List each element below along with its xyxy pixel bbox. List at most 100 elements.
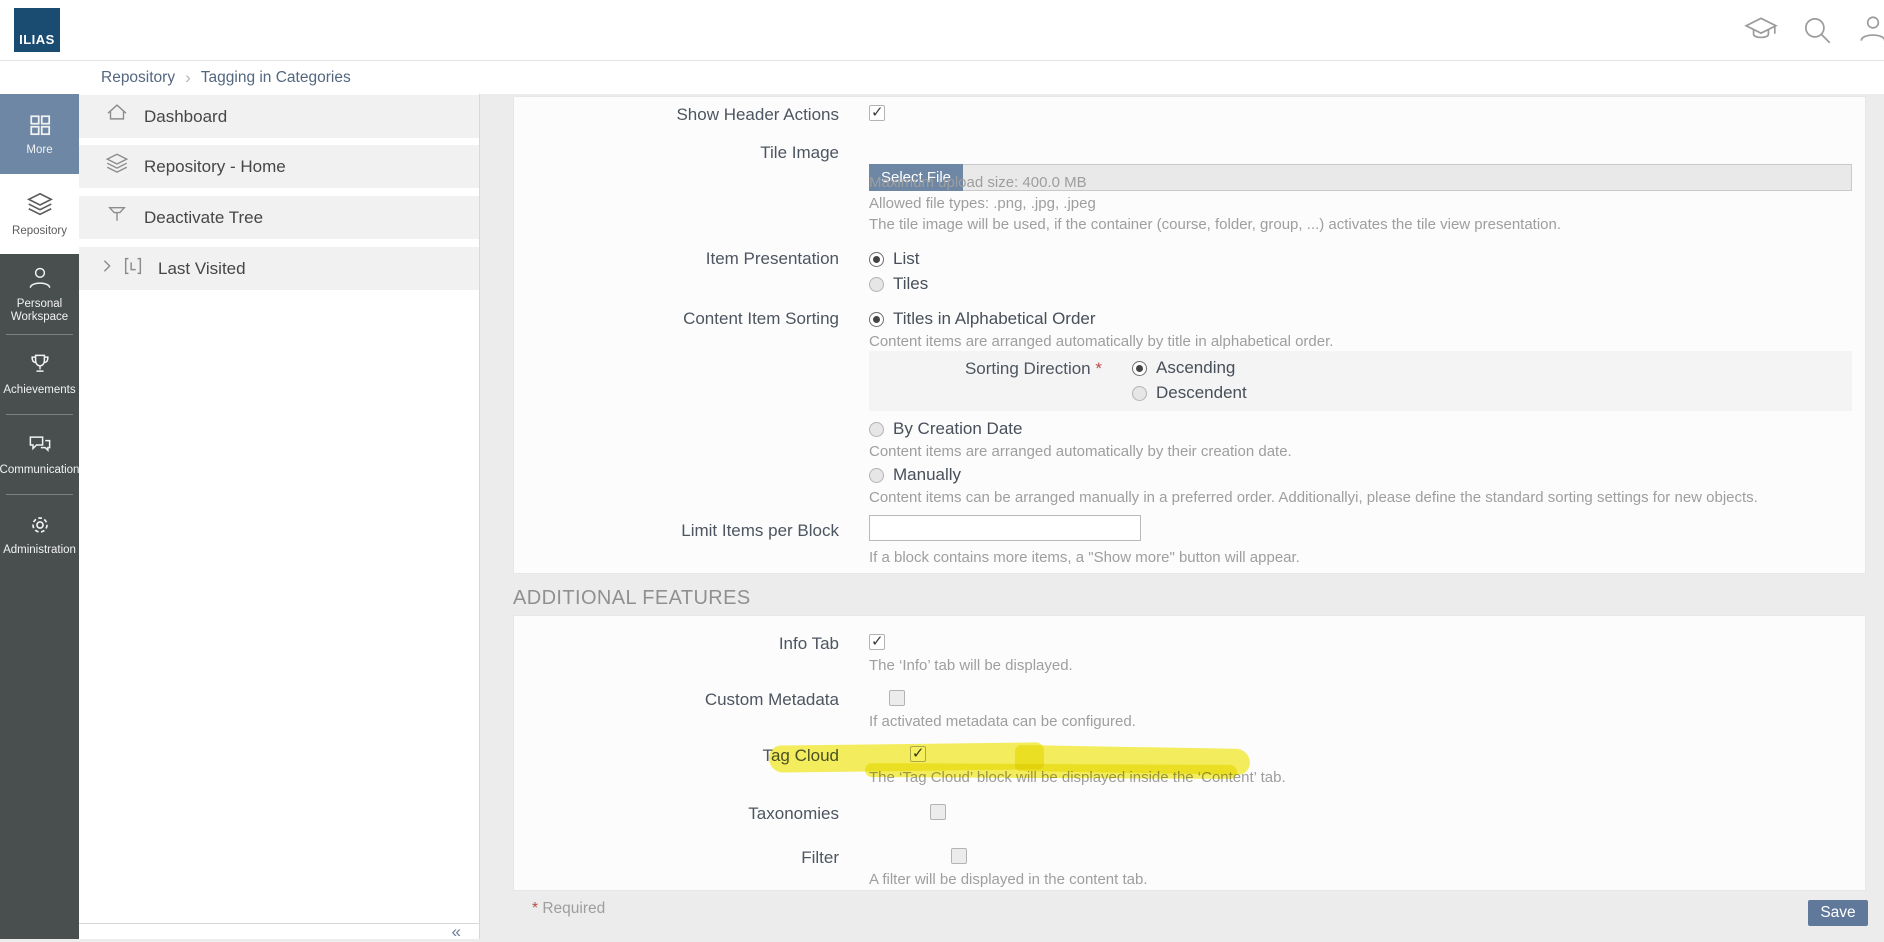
sorting-option-by-creation-date[interactable]: By Creation Date — [869, 419, 1022, 439]
radio-manually[interactable] — [869, 468, 884, 483]
last-visited-icon — [122, 255, 144, 282]
subnav-item-label: Deactivate Tree — [144, 208, 263, 228]
custom-metadata-byline: If activated metadata can be configured. — [869, 713, 1136, 730]
signpost-icon — [104, 202, 130, 233]
field-label-tile-image: Tile Image — [514, 143, 839, 163]
field-label-tag-cloud: Tag Cloud — [514, 746, 839, 766]
radio-descendent[interactable] — [1132, 386, 1147, 401]
sorting-creation-byline: Content items are arranged automatically… — [869, 443, 1292, 460]
filter-byline: A filter will be displayed in the conten… — [869, 871, 1148, 888]
home-icon — [104, 101, 130, 132]
option-label: By Creation Date — [893, 419, 1022, 439]
tile-image-byline: The tile image will be used, if the cont… — [869, 216, 1561, 233]
field-label-limit-items: Limit Items per Block — [514, 521, 839, 541]
item-presentation-option-tiles[interactable]: Tiles — [869, 274, 928, 294]
subnav-item-repository-home[interactable]: Repository - Home — [79, 145, 479, 188]
sidebar-item-communication[interactable]: Communication — [0, 414, 79, 494]
radio-list[interactable] — [869, 252, 884, 267]
subnav-item-label: Dashboard — [144, 107, 227, 127]
info-tab-byline: The ‘Info’ tab will be displayed. — [869, 657, 1073, 674]
option-label: List — [893, 249, 919, 269]
tag-cloud-checkbox[interactable] — [910, 746, 926, 762]
secondary-nav-panel: Dashboard Repository - Home Deactivate T… — [79, 94, 480, 939]
sorting-direction-option-ascending[interactable]: Ascending — [1132, 358, 1235, 378]
subnav-item-dashboard[interactable]: Dashboard — [79, 95, 479, 138]
collapse-panel-icon[interactable]: « — [452, 922, 461, 942]
sorting-option-manually[interactable]: Manually — [869, 465, 961, 485]
radio-by-creation-date[interactable] — [869, 422, 884, 437]
required-asterisk: * — [1095, 359, 1102, 378]
option-label: Tiles — [893, 274, 928, 294]
item-presentation-option-list[interactable]: List — [869, 249, 919, 269]
chevron-right-icon[interactable] — [100, 259, 114, 278]
info-tab-checkbox[interactable] — [869, 634, 885, 650]
layers-icon — [25, 190, 55, 220]
sidebar-item-label: Communication — [0, 464, 82, 477]
chat-bubbles-icon — [26, 431, 54, 459]
breadcrumb-link-repository[interactable]: Repository — [101, 69, 175, 87]
top-header: ILIAS — [0, 0, 1884, 61]
breadcrumb-current-page: Tagging in Categories — [201, 69, 351, 87]
form-section-general: Show Header Actions Tile Image Select Fi… — [513, 96, 1866, 574]
main-sidebar: More Repository Personal Workspace Achie… — [0, 94, 79, 939]
sidebar-item-label: More — [23, 144, 55, 157]
breadcrumb: Repository › Tagging in Categories — [101, 61, 351, 94]
field-label-sorting-direction: Sorting Direction * — [869, 359, 1102, 379]
grid-icon — [26, 111, 54, 139]
sorting-direction-option-descendent[interactable]: Descendent — [1132, 383, 1247, 403]
limit-items-input[interactable] — [869, 515, 1141, 541]
sidebar-item-personal-workspace[interactable]: Personal Workspace — [0, 254, 79, 334]
sorting-direction-subpanel: Sorting Direction * Ascending Descendent — [869, 351, 1852, 411]
field-label-info-tab: Info Tab — [514, 634, 839, 654]
ilias-logo[interactable]: ILIAS — [14, 8, 60, 52]
sidebar-item-label: Administration — [0, 544, 79, 557]
sidebar-item-label: Repository — [9, 225, 70, 238]
graduation-cap-icon[interactable] — [1744, 13, 1778, 47]
user-icon[interactable] — [1856, 13, 1884, 47]
subnav-item-deactivate-tree[interactable]: Deactivate Tree — [79, 196, 479, 239]
save-button[interactable]: Save — [1808, 900, 1868, 926]
sorting-alphabetical-byline: Content items are arranged automatically… — [869, 333, 1333, 350]
option-label: Manually — [893, 465, 961, 485]
form-section-additional-features: Info Tab The ‘Info’ tab will be displaye… — [513, 615, 1866, 891]
show-header-actions-checkbox[interactable] — [869, 105, 885, 121]
layers-icon — [104, 151, 130, 182]
required-asterisk: * — [532, 900, 538, 917]
taxonomies-checkbox[interactable] — [930, 804, 946, 820]
option-label: Titles in Alphabetical Order — [893, 309, 1096, 329]
subnav-item-label: Repository - Home — [144, 157, 286, 177]
field-label-item-presentation: Item Presentation — [514, 249, 839, 269]
option-label: Ascending — [1156, 358, 1235, 378]
trophy-icon — [26, 351, 54, 379]
option-label: Descendent — [1156, 383, 1247, 403]
sorting-option-alphabetical[interactable]: Titles in Alphabetical Order — [869, 309, 1096, 329]
tile-image-byline: Allowed file types: .png, .jpg, .jpeg — [869, 195, 1096, 212]
field-label-show-header-actions: Show Header Actions — [514, 105, 839, 125]
subnav-item-last-visited[interactable]: Last Visited — [79, 247, 479, 290]
custom-metadata-checkbox[interactable] — [889, 690, 905, 706]
sidebar-item-repository[interactable]: Repository — [0, 174, 79, 254]
sidebar-item-more[interactable]: More — [0, 94, 79, 174]
tag-cloud-byline: The ‘Tag Cloud’ block will be displayed … — [869, 769, 1286, 786]
filter-checkbox[interactable] — [951, 848, 967, 864]
limit-items-byline: If a block contains more items, a "Show … — [869, 549, 1300, 566]
breadcrumb-separator-icon: › — [185, 68, 191, 88]
radio-alphabetical[interactable] — [869, 312, 884, 327]
required-note: * Required — [532, 900, 605, 918]
field-label-taxonomies: Taxonomies — [514, 804, 839, 824]
sorting-manually-byline: Content items can be arranged manually i… — [869, 489, 1758, 506]
sidebar-item-label: Personal Workspace — [0, 298, 79, 323]
tile-image-byline: Maximum upload size: 400.0 MB — [869, 174, 1087, 191]
radio-ascending[interactable] — [1132, 361, 1147, 376]
subnav-item-label: Last Visited — [158, 259, 246, 279]
person-icon — [26, 265, 54, 293]
sidebar-item-administration[interactable]: Administration — [0, 494, 79, 574]
field-label-content-item-sorting: Content Item Sorting — [514, 309, 839, 329]
gear-icon — [26, 511, 54, 539]
sidebar-item-achievements[interactable]: Achievements — [0, 334, 79, 414]
breadcrumb-bar: Repository › Tagging in Categories — [0, 61, 1884, 94]
field-label-custom-metadata: Custom Metadata — [514, 690, 839, 710]
section-title-additional-features: ADDITIONAL FEATURES — [513, 587, 751, 610]
radio-tiles[interactable] — [869, 277, 884, 292]
search-icon[interactable] — [1800, 13, 1834, 47]
